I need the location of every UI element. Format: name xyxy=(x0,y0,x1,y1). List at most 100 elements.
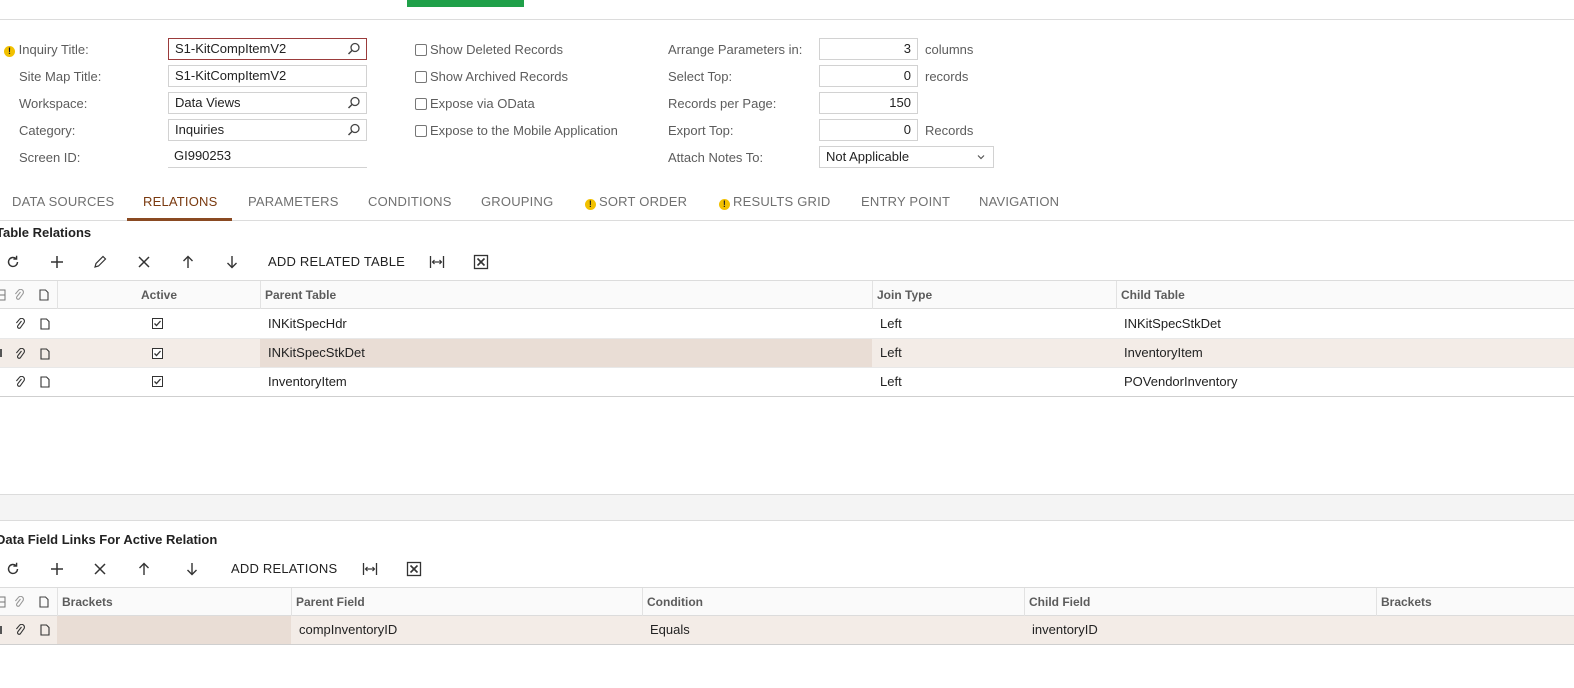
screen-id-value: GI990253 xyxy=(174,148,232,163)
parent-table-cell[interactable]: InventoryItem xyxy=(260,368,872,396)
arrange-parameters-field[interactable]: 3 xyxy=(819,38,918,60)
export-excel-icon[interactable] xyxy=(473,254,489,270)
note-icon[interactable] xyxy=(39,318,51,330)
export-top-field[interactable]: 0 xyxy=(819,119,918,141)
inquiry-title-field[interactable]: S1-KitCompItemV2 xyxy=(168,38,367,60)
arrow-down-icon[interactable] xyxy=(184,561,200,577)
attachment-icon[interactable] xyxy=(14,348,26,360)
join-type-cell[interactable]: Left xyxy=(872,339,1116,367)
fit-columns-icon[interactable] xyxy=(429,254,445,270)
category-field[interactable]: Inquiries xyxy=(168,119,367,141)
column-header-brackets[interactable]: Brackets xyxy=(57,588,291,616)
child-field-cell[interactable]: inventoryID xyxy=(1024,616,1376,644)
add-icon[interactable] xyxy=(49,561,65,577)
panel-splitter[interactable] xyxy=(0,494,1574,521)
refresh-icon[interactable] xyxy=(5,254,21,270)
delete-icon[interactable] xyxy=(136,254,152,270)
add-relations-button[interactable]: ADD RELATIONS xyxy=(231,561,337,576)
tab-results-grid[interactable]: ! RESULTS GRID xyxy=(719,194,831,210)
warning-icon: ! xyxy=(585,199,596,210)
primary-action-button[interactable] xyxy=(407,0,524,7)
add-related-table-button[interactable]: ADD RELATED TABLE xyxy=(268,254,405,269)
table-row-selected[interactable]: INKitSpecStkDet Left InventoryItem xyxy=(0,339,1574,368)
note-icon[interactable] xyxy=(39,348,51,360)
column-header-active[interactable]: Active xyxy=(57,281,260,309)
row-selector-icon xyxy=(0,289,6,301)
search-icon[interactable] xyxy=(347,123,361,137)
data-field-links-title: Data Field Links For Active Relation xyxy=(0,532,218,547)
inquiry-title-label: ! Inquiry Title: xyxy=(4,42,89,58)
attachment-icon[interactable] xyxy=(14,376,26,388)
workspace-field[interactable]: Data Views xyxy=(168,92,367,114)
show-deleted-checkbox[interactable] xyxy=(415,44,427,56)
tab-navigation[interactable]: NAVIGATION xyxy=(979,194,1059,210)
tab-label: DATA SOURCES xyxy=(12,194,115,209)
records-per-page-label: Records per Page: xyxy=(668,96,777,111)
attachment-icon[interactable] xyxy=(14,624,26,636)
child-table-cell[interactable]: POVendorInventory xyxy=(1116,368,1574,396)
column-header-join-type[interactable]: Join Type xyxy=(872,281,1116,309)
parent-table-cell[interactable]: INKitSpecStkDet xyxy=(260,339,872,367)
category-value: Inquiries xyxy=(175,122,225,137)
divider xyxy=(0,19,1574,20)
column-header-parent-table[interactable]: Parent Table xyxy=(260,281,872,309)
arrow-up-icon[interactable] xyxy=(136,561,152,577)
column-header-parent-field[interactable]: Parent Field xyxy=(291,588,642,616)
tab-grouping[interactable]: GROUPING xyxy=(481,194,553,210)
tab-conditions[interactable]: CONDITIONS xyxy=(368,194,452,210)
tab-sort-order[interactable]: ! SORT ORDER xyxy=(585,194,687,210)
tab-parameters[interactable]: PARAMETERS xyxy=(248,194,339,210)
arrange-parameters-label: Arrange Parameters in: xyxy=(668,42,803,57)
parent-table-cell[interactable]: INKitSpecHdr xyxy=(260,309,872,338)
column-header-child-table[interactable]: Child Table xyxy=(1116,281,1574,309)
join-type-cell[interactable]: Left xyxy=(872,309,1116,338)
relations-grid-header: Active Parent Table Join Type Child Tabl… xyxy=(0,280,1574,309)
tab-entry-point[interactable]: ENTRY POINT xyxy=(861,194,950,210)
column-header-child-field[interactable]: Child Field xyxy=(1024,588,1376,616)
column-header-condition[interactable]: Condition xyxy=(642,588,1024,616)
column-header-brackets-close[interactable]: Brackets xyxy=(1376,588,1574,616)
site-map-title-field[interactable]: S1-KitCompItemV2 xyxy=(168,65,367,87)
arrow-down-icon[interactable] xyxy=(224,254,240,270)
table-row[interactable]: INKitSpecHdr Left INKitSpecStkDet xyxy=(0,309,1574,339)
join-type-cell[interactable]: Left xyxy=(872,368,1116,396)
active-checkbox[interactable] xyxy=(152,318,163,329)
current-row-marker xyxy=(0,349,2,357)
export-excel-icon[interactable] xyxy=(406,561,422,577)
attachment-icon[interactable] xyxy=(14,318,26,330)
add-icon[interactable] xyxy=(49,254,65,270)
tab-label: PARAMETERS xyxy=(248,194,339,209)
active-checkbox[interactable] xyxy=(152,348,163,359)
expose-mobile-checkbox[interactable] xyxy=(415,125,427,137)
current-row-marker xyxy=(0,626,2,634)
attach-notes-dropdown[interactable]: Not Applicable xyxy=(819,146,994,168)
expose-odata-checkbox[interactable] xyxy=(415,98,427,110)
refresh-icon[interactable] xyxy=(5,561,21,577)
select-top-field[interactable]: 0 xyxy=(819,65,918,87)
note-icon[interactable] xyxy=(39,376,51,388)
arrow-up-icon[interactable] xyxy=(180,254,196,270)
tab-data-sources[interactable]: DATA SOURCES xyxy=(12,194,114,210)
table-row-selected[interactable]: compInventoryID Equals inventoryID xyxy=(0,616,1574,645)
table-row[interactable]: InventoryItem Left POVendorInventory xyxy=(0,368,1574,397)
note-icon[interactable] xyxy=(39,624,51,636)
show-archived-checkbox[interactable] xyxy=(415,71,427,83)
tab-label: ENTRY POINT xyxy=(861,194,951,209)
edit-icon[interactable] xyxy=(92,254,108,270)
child-table-cell[interactable]: INKitSpecStkDet xyxy=(1116,309,1574,338)
records-per-page-field[interactable]: 150 xyxy=(819,92,918,114)
search-icon[interactable] xyxy=(347,96,361,110)
active-checkbox[interactable] xyxy=(152,376,163,387)
search-icon[interactable] xyxy=(347,42,361,56)
parent-field-cell[interactable]: compInventoryID xyxy=(291,616,642,644)
warning-icon: ! xyxy=(719,199,730,210)
arrange-suffix: columns xyxy=(925,42,974,57)
fit-columns-icon[interactable] xyxy=(362,561,378,577)
condition-cell[interactable]: Equals xyxy=(642,616,1024,644)
site-map-title-value: S1-KitCompItemV2 xyxy=(175,68,287,83)
note-icon xyxy=(39,596,49,608)
child-table-cell[interactable]: InventoryItem xyxy=(1116,339,1574,367)
delete-icon[interactable] xyxy=(92,561,108,577)
tab-relations[interactable]: RELATIONS xyxy=(143,194,218,210)
brackets-cell[interactable] xyxy=(57,616,291,644)
